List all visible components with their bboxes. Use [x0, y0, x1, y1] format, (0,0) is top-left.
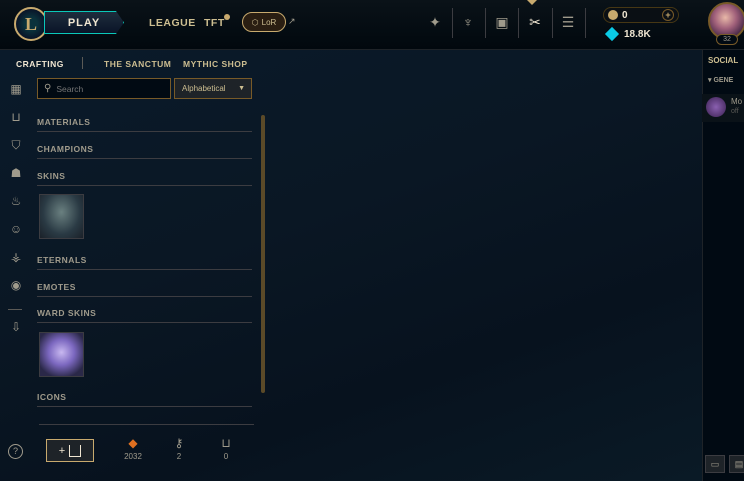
chest-icon — [69, 444, 82, 457]
key-icon: ⚷ — [174, 436, 184, 450]
divider — [485, 8, 486, 38]
loot-icon[interactable]: ✂ — [523, 10, 547, 34]
chest-icon: ⊔ — [221, 436, 231, 450]
honor-icon[interactable]: ♆ — [456, 10, 480, 34]
lor-label: LoR — [261, 17, 277, 27]
orange-essence-stat: ◆ 2032 — [118, 436, 148, 461]
league-logo-icon[interactable]: L — [14, 7, 48, 41]
notes-icon[interactable]: ▤ — [729, 455, 744, 473]
be-balance: 18.8K — [603, 26, 679, 42]
friend-group-header[interactable]: ▾ GENE — [708, 76, 733, 84]
be-value: 18.8K — [624, 28, 651, 40]
tft-notification-dot — [224, 14, 230, 20]
nav-tft[interactable]: TFT — [204, 17, 225, 29]
rp-balance[interactable]: 0 + — [603, 7, 679, 23]
grid-icon[interactable]: ▦ — [8, 81, 24, 97]
divider — [82, 57, 83, 69]
chat-icon[interactable]: ▭ — [705, 455, 725, 473]
add-label: + — [58, 444, 66, 457]
profile-icon[interactable]: ◉ — [8, 277, 24, 293]
flame-icon[interactable]: ♨ — [8, 193, 24, 209]
disenchant-icon[interactable]: ⇩ — [8, 319, 24, 335]
divider — [552, 8, 553, 38]
blue-essence-icon — [604, 26, 620, 42]
keys-value: 2 — [176, 452, 182, 461]
active-tab-indicator — [527, 0, 537, 6]
nav-lor-button[interactable]: ⬡ LoR — [242, 12, 286, 32]
nav-league[interactable]: LEAGUE — [149, 17, 196, 29]
ward-skin-item[interactable] — [39, 332, 84, 377]
top-navigation-bar: L PLAY LEAGUE TFT ⬡ LoR ↗ ✦ ♆ ▣ ✂ ☰ 0 + … — [0, 0, 744, 50]
currency-panel: 0 + 18.8K — [603, 7, 679, 42]
sort-dropdown[interactable]: Alphabetical ▼ — [174, 78, 252, 99]
add-rp-icon[interactable]: + — [662, 9, 674, 21]
clash-icon[interactable]: ✦ — [423, 10, 447, 34]
search-icon: ⚲ — [44, 83, 52, 94]
chevron-down-icon: ▼ — [238, 85, 245, 92]
section-emotes[interactable]: EMOTES — [37, 282, 252, 297]
rp-value: 0 — [622, 9, 628, 21]
orange-essence-icon: ◆ — [128, 436, 138, 450]
chests-stat: ⊔ 0 — [211, 436, 241, 461]
section-eternals[interactable]: ETERNALS — [37, 255, 252, 270]
search-field[interactable]: ⚲ — [37, 78, 171, 99]
help-button[interactable]: ? — [8, 444, 23, 459]
divider — [585, 8, 586, 38]
divider — [518, 8, 519, 38]
search-input[interactable] — [56, 83, 167, 94]
skin-shard-item[interactable] — [39, 194, 84, 239]
level-badge: 32 — [716, 34, 738, 45]
friend-status: off — [731, 108, 739, 115]
emote-icon[interactable]: ☺ — [8, 221, 24, 237]
divider — [8, 309, 22, 310]
section-skins[interactable]: SKINS — [37, 171, 252, 186]
section-ward-skins[interactable]: WARD SKINS — [37, 308, 252, 323]
friend-avatar — [706, 97, 726, 117]
friend-name: Mo — [731, 97, 743, 106]
rp-icon — [608, 10, 618, 20]
keys-stat: ⚷ 2 — [164, 436, 194, 461]
collection-icon[interactable]: ▣ — [490, 10, 514, 34]
add-chest-button[interactable]: + — [46, 439, 94, 462]
sort-selected-value: Alphabetical — [182, 84, 226, 93]
tab-mythic-shop[interactable]: MYTHIC SHOP — [183, 59, 248, 69]
section-materials[interactable]: MATERIALS — [37, 117, 252, 132]
lor-icon: ⬡ — [251, 17, 259, 27]
scrollbar[interactable] — [261, 115, 265, 393]
section-champions[interactable]: CHAMPIONS — [37, 144, 252, 159]
social-title: SOCIAL — [708, 56, 739, 65]
external-link-icon: ↗ — [288, 16, 296, 26]
divider — [452, 8, 453, 38]
orange-essence-value: 2032 — [124, 452, 142, 461]
play-button[interactable]: PLAY — [44, 11, 124, 34]
divider — [39, 424, 254, 425]
ward-icon[interactable]: ⚶ — [8, 249, 24, 265]
helmet-icon[interactable]: ⛉ — [8, 137, 24, 153]
tab-sanctum[interactable]: THE SANCTUM — [104, 59, 171, 69]
chests-value: 0 — [223, 452, 229, 461]
chest-icon[interactable]: ⊔ — [8, 109, 24, 125]
store-icon[interactable]: ☰ — [556, 10, 580, 34]
tab-crafting[interactable]: CRAFTING — [16, 59, 64, 69]
section-icons[interactable]: ICONS — [37, 392, 252, 407]
mask-icon[interactable]: ☗ — [8, 165, 24, 181]
